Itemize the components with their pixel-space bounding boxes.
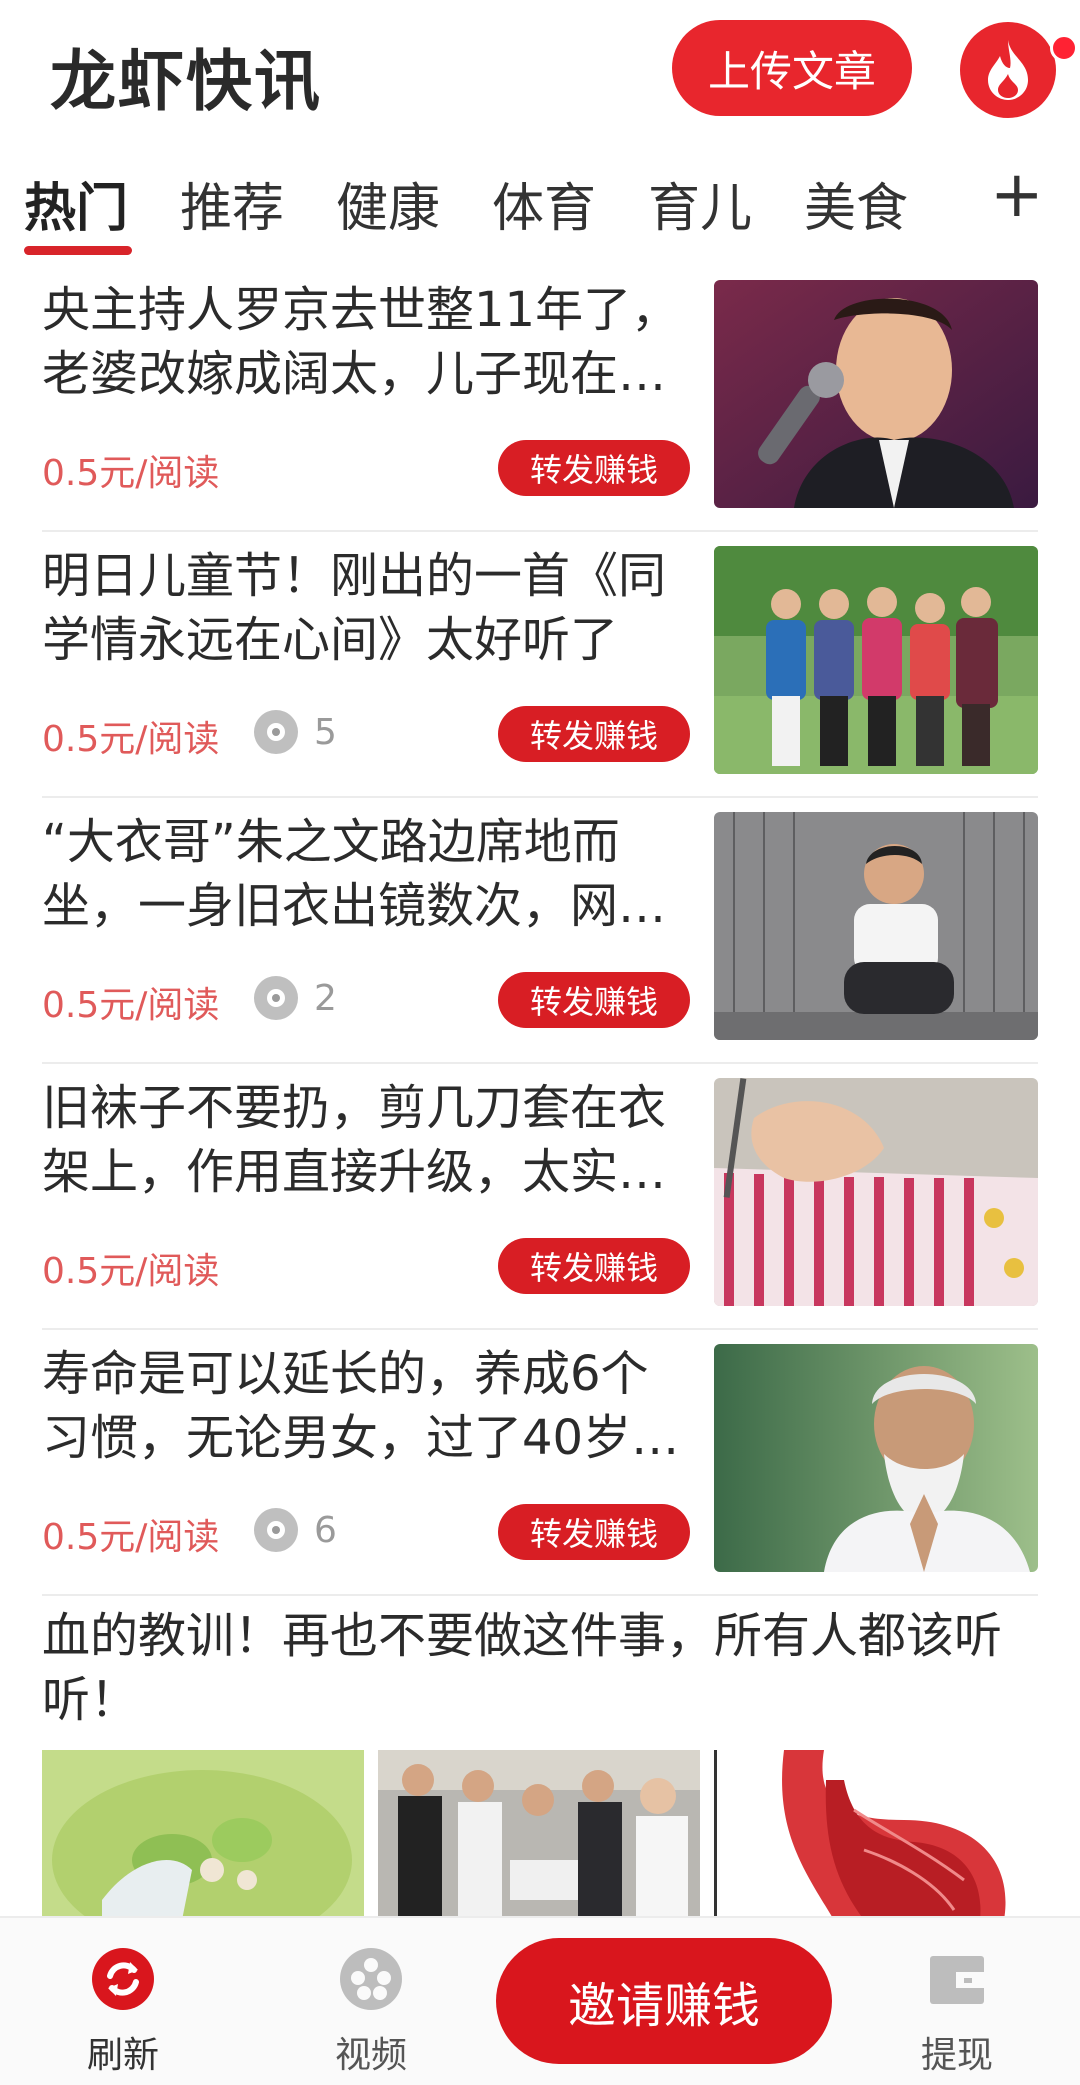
article-price: 0.5元/阅读 [42,1517,220,1558]
bottom-nav: 刷新 视频 邀请赚钱 提现 [0,1916,1080,2085]
eye-icon [254,710,298,754]
article-title[interactable]: 央主持人罗京去世整11年了，老婆改嫁成阔太，儿子现在怎样了 [42,278,692,406]
add-tab-button[interactable]: + [990,158,1044,232]
divider [42,1594,1038,1596]
tab-parenting[interactable]: 育儿 [648,166,752,241]
divider [42,530,1038,532]
app-title: 龙虾快讯 [50,43,322,120]
divider [42,1328,1038,1330]
view-count: 6 [254,1508,337,1552]
view-count-value: 6 [314,1509,337,1551]
divider [42,1062,1038,1064]
article-thumbnail[interactable] [714,1344,1038,1572]
article-thumbnail[interactable] [714,546,1038,774]
article-title[interactable]: 旧袜子不要扔，剪几刀套在衣架上，作用直接升级，太实用了 [42,1076,692,1204]
wallet-icon [926,1948,988,2010]
tab-hot[interactable]: 热门 [24,166,128,241]
article-item[interactable]: 旧袜子不要扔，剪几刀套在衣架上，作用直接升级，太实用了 0.5元/阅读 转发赚钱 [42,1070,1038,1306]
nav-label: 视频 [334,2035,407,2076]
article-price: 0.5元/阅读 [42,1251,220,1292]
article-thumbnail[interactable] [714,1078,1038,1306]
nav-video[interactable]: 视频 [296,1918,446,2085]
article-title[interactable]: 血的教训！再也不要做这件事，所有人都该听听！ [42,1604,1032,1732]
view-count-value: 5 [314,711,337,753]
invite-earn-button[interactable]: 邀请赚钱 [496,1938,832,2064]
share-earn-button[interactable]: 转发赚钱 [498,1238,690,1294]
article-image[interactable] [378,1750,700,1920]
nav-label: 提现 [920,2035,993,2076]
eye-icon [254,1508,298,1552]
article-title[interactable]: “大衣哥”朱之文路边席地而坐，一身旧衣出镜数次，网友感慨 [42,810,692,938]
tab-sports[interactable]: 体育 [492,166,596,241]
article-thumbnail[interactable] [714,280,1038,508]
nav-label: 刷新 [86,2035,159,2076]
share-earn-button[interactable]: 转发赚钱 [498,706,690,762]
article-title[interactable]: 寿命是可以延长的，养成6个习惯，无论男女，过了40岁都要看看 [42,1342,692,1470]
article-price: 0.5元/阅读 [42,985,220,1026]
article-item[interactable]: 寿命是可以延长的，养成6个习惯，无论男女，过了40岁都要看看 0.5元/阅读 6… [42,1336,1038,1572]
article-item[interactable]: 明日儿童节！刚出的一首《同学情永远在心间》太好听了 0.5元/阅读 5 转发赚钱 [42,538,1038,774]
article-title[interactable]: 明日儿童节！刚出的一首《同学情永远在心间》太好听了 [42,544,692,672]
tab-recommend[interactable]: 推荐 [180,166,284,241]
upload-article-button[interactable]: 上传文章 [672,20,912,116]
article-image[interactable] [42,1750,364,1920]
category-tabs: 热门 推荐 健康 体育 育儿 美食 + [0,150,1080,260]
article-thumbnail[interactable] [714,812,1038,1040]
share-earn-button[interactable]: 转发赚钱 [498,972,690,1028]
view-count: 2 [254,976,337,1020]
article-item[interactable]: “大衣哥”朱之文路边席地而坐，一身旧衣出镜数次，网友感慨 0.5元/阅读 2 转… [42,804,1038,1040]
share-earn-button[interactable]: 转发赚钱 [498,1504,690,1560]
tab-food[interactable]: 美食 [804,166,908,241]
app-header: 龙虾快讯 上传文章 [0,0,1080,140]
eye-icon [254,976,298,1020]
nav-refresh[interactable]: 刷新 [48,1918,198,2085]
article-price: 0.5元/阅读 [42,719,220,760]
flame-icon [988,40,1028,100]
view-count-value: 2 [314,977,337,1019]
user-avatar[interactable] [960,22,1056,118]
share-earn-button[interactable]: 转发赚钱 [498,440,690,496]
article-item[interactable]: 央主持人罗京去世整11年了，老婆改嫁成阔太，儿子现在怎样了 0.5元/阅读 转发… [42,272,1038,508]
nav-withdraw[interactable]: 提现 [882,1918,1032,2085]
tab-health[interactable]: 健康 [336,166,440,241]
notification-dot [1050,34,1078,62]
film-reel-icon [340,1948,402,2010]
refresh-icon [92,1948,154,2010]
divider [42,796,1038,798]
view-count: 5 [254,710,337,754]
article-price: 0.5元/阅读 [42,453,220,494]
article-image[interactable] [714,1750,1036,1920]
active-tab-indicator [24,246,132,255]
